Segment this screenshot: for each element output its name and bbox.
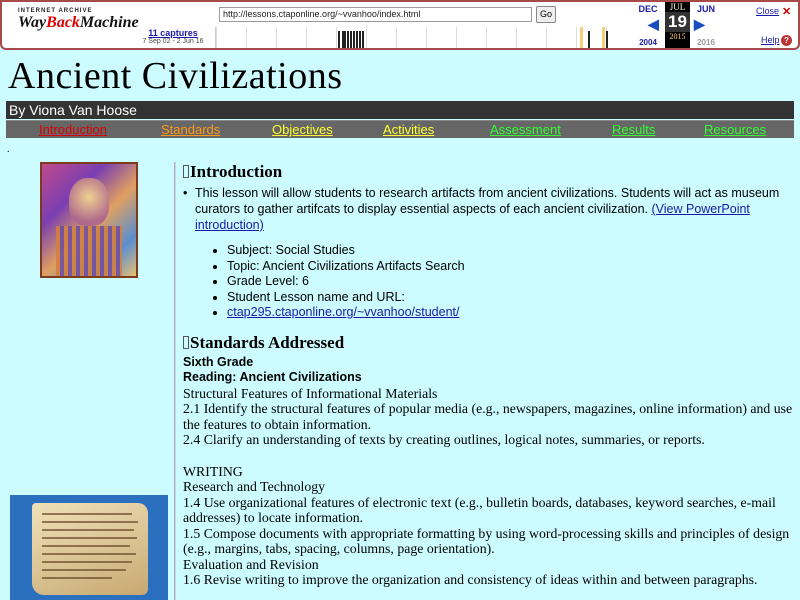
standard-line: Structural Features of Informational Mat… [183, 385, 438, 401]
next-year-label: 2016 [697, 38, 715, 47]
lesson-meta-list: Subject: Social Studies Topic: Ancient C… [227, 243, 795, 321]
captures-range: 7 Sep 02 - 2 Jun 16 [142, 38, 204, 45]
wayback-toolbar: INTERNET ARCHIVE WayBackMachine http://l… [0, 0, 800, 50]
top-nav: Introduction Standards Objectives Activi… [6, 120, 794, 138]
current-month: JUL [669, 2, 686, 12]
intro-paragraph: • This lesson will allow students to res… [183, 186, 780, 232]
help-link[interactable]: Help [761, 35, 780, 45]
prev-year-label[interactable]: 2004 [636, 38, 660, 47]
nav-activities[interactable]: Activities [383, 122, 434, 137]
wayback-logo[interactable]: INTERNET ARCHIVE WayBackMachine [18, 8, 139, 40]
grade-label: Sixth Grade [183, 354, 254, 369]
standard-line: 2.4 Clarify an understanding of texts by… [183, 432, 705, 447]
wayback-month-nav: DEC ◀ 2004 JUN ▶ 2016 [636, 4, 750, 48]
wayback-logo-main: WayBackMachine [18, 14, 139, 31]
standard-line: 1.4 Use organizational features of elect… [183, 494, 776, 526]
capture-sparkline[interactable] [215, 27, 635, 48]
prev-arrow-icon[interactable]: ◀ [648, 16, 659, 33]
byline-bar: By Viona Van Hoose [6, 101, 794, 119]
nav-resources[interactable]: Resources [704, 122, 766, 137]
standards-heading: Standards Addressed [183, 333, 795, 355]
standard-line: 2.1 Identify the structural features of … [183, 401, 793, 432]
close-link[interactable]: Close [756, 6, 779, 16]
wayback-captures: 11 captures 7 Sep 02 - 2 Jun 16 [142, 28, 204, 45]
nav-objectives[interactable]: Objectives [272, 122, 333, 137]
content-divider [174, 162, 176, 600]
nav-results[interactable]: Results [612, 122, 655, 137]
current-day: 19 [665, 12, 690, 32]
list-item: ctap295.ctaponline.org/~vvanhoo/student/ [227, 305, 795, 321]
next-arrow-icon[interactable]: ▶ [694, 16, 705, 33]
nav-introduction[interactable]: Introduction [39, 122, 107, 137]
ancient-manuscript-image [10, 495, 168, 600]
ancient-portrait-image [40, 162, 138, 278]
list-item: Student Lesson name and URL: [227, 290, 795, 306]
standard-line: 1.6 Revise writing to improve the organi… [183, 572, 758, 587]
standard-line: Research and Technology [183, 479, 326, 494]
list-item: Grade Level: 6 [227, 274, 795, 290]
captures-link[interactable]: 11 captures [142, 28, 204, 38]
standard-line: 1.5 Compose documents with appropriate f… [183, 525, 790, 557]
main-content: Introduction • This lesson will allow st… [183, 162, 795, 588]
stray-dot: . [7, 144, 10, 155]
current-capture-date: JUL 19 2015 [665, 2, 690, 48]
nav-assessment[interactable]: Assessment [490, 122, 561, 137]
student-url-link[interactable]: ctap295.ctaponline.org/~vvanhoo/student/ [227, 305, 459, 319]
standard-line: Evaluation and Revision [183, 556, 319, 572]
next-month-label[interactable]: JUN [694, 4, 718, 14]
standard-line: WRITING [183, 463, 243, 479]
introduction-heading: Introduction [183, 162, 795, 184]
current-year: 2015 [669, 32, 686, 41]
help-icon[interactable]: ? [781, 35, 792, 46]
placeholder-icon [183, 165, 189, 178]
list-item: Topic: Ancient Civilizations Artifacts S… [227, 259, 795, 275]
page-title: Ancient Civilizations [8, 55, 343, 97]
wayback-url-input[interactable]: http://lessons.ctaponline.org/~vvanhoo/i… [219, 7, 532, 22]
close-icon[interactable]: ✕ [782, 7, 792, 18]
wayback-go-button[interactable]: Go [536, 6, 556, 23]
prev-month-label[interactable]: DEC [636, 4, 660, 14]
nav-standards[interactable]: Standards [161, 122, 220, 137]
reading-label: Reading: Ancient Civilizations [183, 370, 362, 384]
list-item: Subject: Social Studies [227, 243, 795, 259]
placeholder-icon [183, 335, 189, 349]
